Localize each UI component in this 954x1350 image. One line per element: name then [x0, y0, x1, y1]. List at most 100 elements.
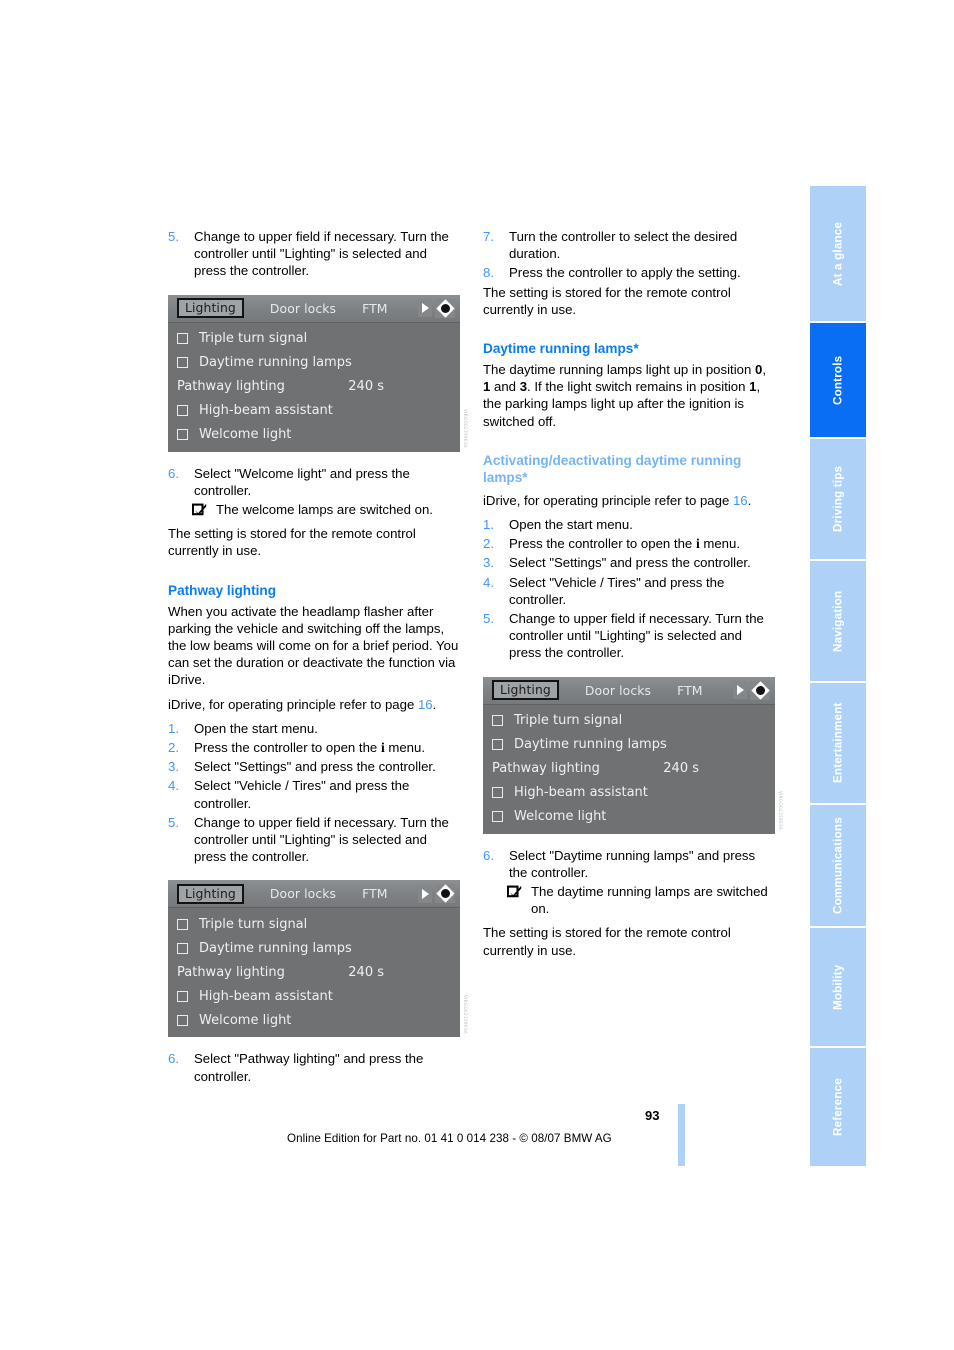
list-item: 7. Turn the controller to select the des…	[483, 228, 775, 262]
sidebar-item-label: Communications	[831, 817, 845, 914]
list-item: 5. Change to upper field if necessary. T…	[483, 610, 775, 662]
checkbox-icon[interactable]	[177, 990, 188, 1002]
pathway-body-text: When you activate the headlamp flasher a…	[168, 603, 459, 688]
controller-icon	[435, 884, 455, 904]
idrive-row-label: Pathway lighting	[177, 379, 285, 394]
sidebar-item-at-a-glance[interactable]: At a glance	[810, 186, 866, 323]
list-item: 3. Select "Settings" and press the contr…	[483, 554, 775, 571]
idrive-tab-lighting[interactable]: Lighting	[177, 298, 244, 319]
checkbox-icon[interactable]	[492, 739, 503, 751]
sidebar-item-navigation[interactable]: Navigation	[810, 561, 866, 683]
idrive-screenshot-figure-1: Lighting Door locks FTM Triple turn sign…	[168, 294, 468, 452]
idrive-tab-lighting[interactable]: Lighting	[492, 680, 559, 701]
stored-note: The setting is stored for the remote con…	[483, 284, 731, 317]
idrive-row-label: Triple turn signal	[199, 916, 308, 932]
idrive-tab-bar: Lighting Door locks FTM	[168, 294, 460, 323]
sidebar-item-mobility[interactable]: Mobility	[810, 928, 866, 1048]
sidebar-item-label: Navigation	[831, 590, 845, 652]
arrow-right-icon[interactable]	[418, 299, 432, 318]
drl-position-3: 3	[519, 379, 528, 395]
drl-body-text: The daytime running lamps light up in po…	[483, 361, 775, 430]
page-reference-link[interactable]: 16	[733, 493, 748, 508]
list-item[interactable]: Daytime running lamps	[168, 351, 460, 375]
checkbox-icon[interactable]	[177, 357, 188, 369]
sidebar-item-controls[interactable]: Controls	[810, 323, 866, 439]
step-text: Select "Vehicle / Tires" and press the c…	[509, 574, 725, 607]
idrive-ref-suffix: .	[747, 492, 752, 508]
list-item[interactable]: Pathway lighting 240 s	[483, 757, 775, 781]
idrive-reference-line: iDrive, for operating principle refer to…	[483, 492, 775, 509]
step-text: Press the controller to apply the settin…	[509, 265, 741, 281]
sidebar-item-label: At a glance	[831, 221, 845, 286]
checkbox-icon[interactable]	[177, 1014, 188, 1026]
sidebar-item-entertainment[interactable]: Entertainment	[810, 683, 866, 805]
sidebar-item-driving-tips[interactable]: Driving tips	[810, 439, 866, 561]
step-number: 5.	[483, 611, 494, 627]
list-item[interactable]: Welcome light	[168, 423, 460, 447]
step-text-before-icon: Press the controller to open the	[194, 740, 381, 756]
idrive-tab-door-locks[interactable]: Door locks	[262, 300, 344, 317]
checkbox-icon[interactable]	[492, 811, 503, 823]
idrive-tab-ftm[interactable]: FTM	[354, 300, 395, 317]
right-steps-group-a: 7. Turn the controller to select the des…	[483, 228, 775, 282]
idrive-row-label: Welcome light	[514, 809, 607, 825]
list-item[interactable]: High-beam assistant	[168, 984, 460, 1008]
list-item[interactable]: Welcome light	[483, 805, 775, 829]
sidebar-item-communications[interactable]: Communications	[810, 805, 866, 928]
step-text: Select "Daytime running lamps" and press…	[509, 847, 756, 880]
list-item[interactable]: Daytime running lamps	[483, 733, 775, 757]
list-item[interactable]: Triple turn signal	[168, 912, 460, 936]
idrive-tab-lighting[interactable]: Lighting	[177, 883, 244, 904]
idrive-ref-prefix: iDrive, for operating principle refer to…	[483, 492, 733, 508]
step-text: Select "Settings" and press the controll…	[194, 759, 436, 775]
controller-icon	[750, 680, 770, 700]
step-text: Change to upper field if necessary. Turn…	[194, 814, 449, 865]
idrive-row-label: Daytime running lamps	[199, 355, 352, 370]
page-reference-link[interactable]: 16	[418, 697, 433, 712]
sidebar-item-reference[interactable]: Reference	[810, 1048, 866, 1166]
idrive-tab-ftm[interactable]: FTM	[354, 885, 395, 902]
checkbox-icon[interactable]	[492, 787, 503, 799]
list-item[interactable]: Daytime running lamps	[168, 936, 460, 960]
checkbox-icon[interactable]	[492, 715, 503, 727]
list-item[interactable]: High-beam assistant	[483, 781, 775, 805]
step-text-before-icon: Press the controller to open the	[509, 536, 696, 552]
right-text-column: 7. Turn the controller to select the des…	[483, 228, 783, 959]
list-item: 4. Select "Vehicle / Tires" and press th…	[168, 777, 460, 811]
list-item[interactable]: Pathway lighting 240 s	[168, 375, 460, 399]
checkbox-icon[interactable]	[177, 429, 188, 441]
checkbox-icon[interactable]	[177, 918, 188, 930]
page-number: 93	[645, 1108, 660, 1123]
checkbox-icon[interactable]	[177, 333, 188, 345]
right-steps-group-b: 6. Select "Daytime running lamps" and pr…	[483, 847, 775, 881]
sidebar-item-label: Driving tips	[831, 465, 845, 533]
left-steps-group-a: 5. Change to upper field if necessary. T…	[168, 228, 460, 280]
list-item[interactable]: Pathway lighting 240 s	[168, 960, 460, 984]
step-number: 4.	[168, 778, 179, 794]
sidebar-item-label: Mobility	[831, 964, 845, 1010]
step-number: 8.	[483, 265, 494, 281]
idrive-tab-ftm[interactable]: FTM	[669, 682, 710, 699]
checkbox-icon[interactable]	[177, 405, 188, 417]
idrive-reference-line: iDrive, for operating principle refer to…	[168, 696, 460, 713]
step-text: Press the controller to open the i menu.	[509, 535, 775, 552]
step-number: 4.	[483, 574, 494, 590]
idrive-tab-door-locks[interactable]: Door locks	[262, 885, 344, 902]
arrow-right-icon[interactable]	[418, 884, 432, 903]
step-number: 7.	[483, 229, 494, 244]
arrow-right-icon[interactable]	[733, 681, 747, 700]
left-steps-group-b: 6. Select "Welcome light" and press the …	[168, 465, 460, 499]
idrive-row-label: Daytime running lamps	[514, 737, 667, 753]
list-item[interactable]: Triple turn signal	[483, 709, 775, 733]
list-item[interactable]: Welcome light	[168, 1008, 460, 1032]
list-item: 8. Press the controller to apply the set…	[483, 264, 775, 281]
step-number: 3.	[483, 555, 494, 571]
list-item[interactable]: Triple turn signal	[168, 327, 460, 351]
checkbox-icon[interactable]	[177, 942, 188, 954]
list-item[interactable]: High-beam assistant	[168, 399, 460, 423]
idrive-tab-door-locks[interactable]: Door locks	[577, 682, 659, 699]
